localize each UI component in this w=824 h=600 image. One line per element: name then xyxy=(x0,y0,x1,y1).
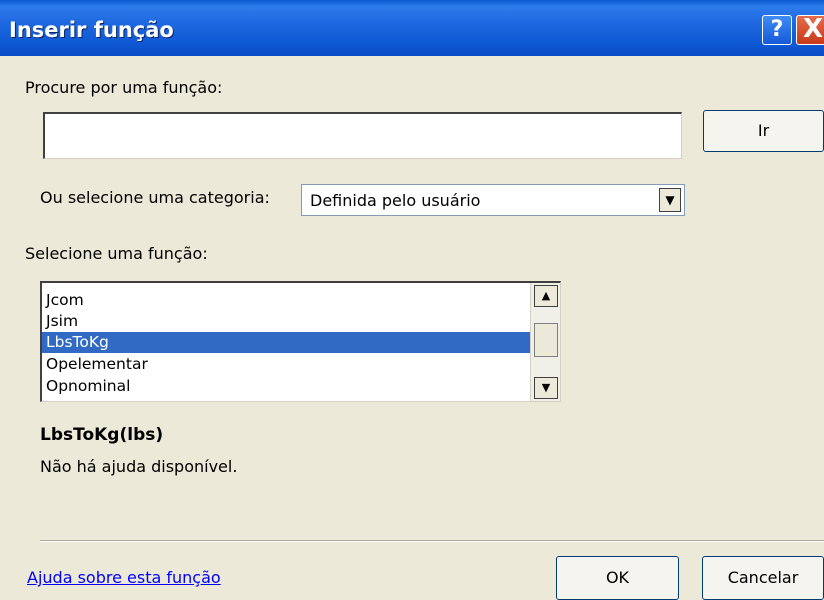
scroll-thumb[interactable] xyxy=(534,323,558,357)
insert-function-dialog: Inserir função ? X Procure por uma funçã… xyxy=(0,0,824,600)
category-select[interactable]: Definida pelo usuário ▼ xyxy=(301,184,685,216)
list-scrollbar[interactable]: ▲ ▼ xyxy=(530,283,560,401)
ok-button[interactable]: OK xyxy=(556,556,679,600)
go-button[interactable]: Ir xyxy=(703,110,824,152)
function-listbox[interactable]: Jcom Jsim LbsToKg Opelementar Opnominal … xyxy=(40,281,561,402)
list-item[interactable]: Opnominal xyxy=(42,376,530,397)
title-bar[interactable]: Inserir função ? X xyxy=(0,0,824,56)
close-button[interactable]: X xyxy=(796,15,824,45)
list-item[interactable]: LbsToKg xyxy=(42,332,530,353)
chevron-down-icon: ▼ xyxy=(665,193,675,207)
chevron-up-icon: ▲ xyxy=(541,289,551,302)
search-label: Procure por uma função: xyxy=(25,78,223,97)
category-label: Ou selecione uma categoria: xyxy=(40,188,270,207)
list-item[interactable]: Jsim xyxy=(42,311,530,332)
function-list-label: Selecione uma função: xyxy=(25,244,208,263)
scroll-up-button[interactable]: ▲ xyxy=(534,285,558,307)
list-item[interactable]: Opelementar xyxy=(42,354,530,375)
help-icon: ? xyxy=(770,17,784,42)
cancel-button[interactable]: Cancelar xyxy=(702,556,824,600)
chevron-down-icon: ▼ xyxy=(541,381,551,394)
function-description: Não há ajuda disponível. xyxy=(40,457,238,476)
category-select-value: Definida pelo usuário xyxy=(310,191,481,210)
scroll-down-button[interactable]: ▼ xyxy=(534,377,558,399)
category-dropdown-button[interactable]: ▼ xyxy=(659,188,681,212)
divider xyxy=(40,540,824,542)
help-button[interactable]: ? xyxy=(762,15,792,45)
list-item[interactable]: Jcom xyxy=(42,290,530,311)
search-input[interactable] xyxy=(43,112,682,159)
close-icon: X xyxy=(802,14,824,44)
help-link[interactable]: Ajuda sobre esta função xyxy=(27,568,221,587)
window-title: Inserir função xyxy=(9,18,174,42)
function-signature: LbsToKg(lbs) xyxy=(40,425,164,445)
